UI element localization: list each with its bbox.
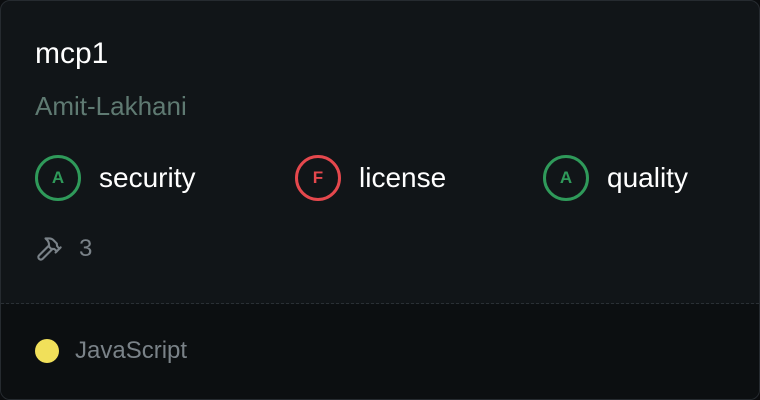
- security-grade-badge: A: [35, 155, 81, 201]
- score-security: A security: [35, 155, 196, 201]
- language-color-dot: [35, 339, 59, 363]
- quality-label: quality: [607, 162, 688, 193]
- server-name[interactable]: mcp1: [35, 35, 108, 73]
- language-tag: JavaScript: [35, 336, 187, 366]
- tools-count: 3: [79, 235, 93, 262]
- server-author[interactable]: Amit-Lakhani: [35, 89, 187, 123]
- card-body: mcp1 Amit-Lakhani A security F license A…: [1, 1, 759, 303]
- language-name: JavaScript: [75, 337, 188, 364]
- security-label: security: [99, 162, 196, 193]
- quality-grade-badge: A: [543, 155, 589, 201]
- license-grade-badge: F: [295, 155, 341, 201]
- hammer-icon: [35, 235, 63, 263]
- score-license: F license: [295, 155, 447, 201]
- license-label: license: [359, 162, 447, 193]
- tools-count-row: 3: [35, 233, 92, 265]
- server-card[interactable]: mcp1 Amit-Lakhani A security F license A…: [0, 0, 760, 400]
- score-quality: A quality: [543, 155, 688, 201]
- card-footer: JavaScript: [1, 304, 759, 399]
